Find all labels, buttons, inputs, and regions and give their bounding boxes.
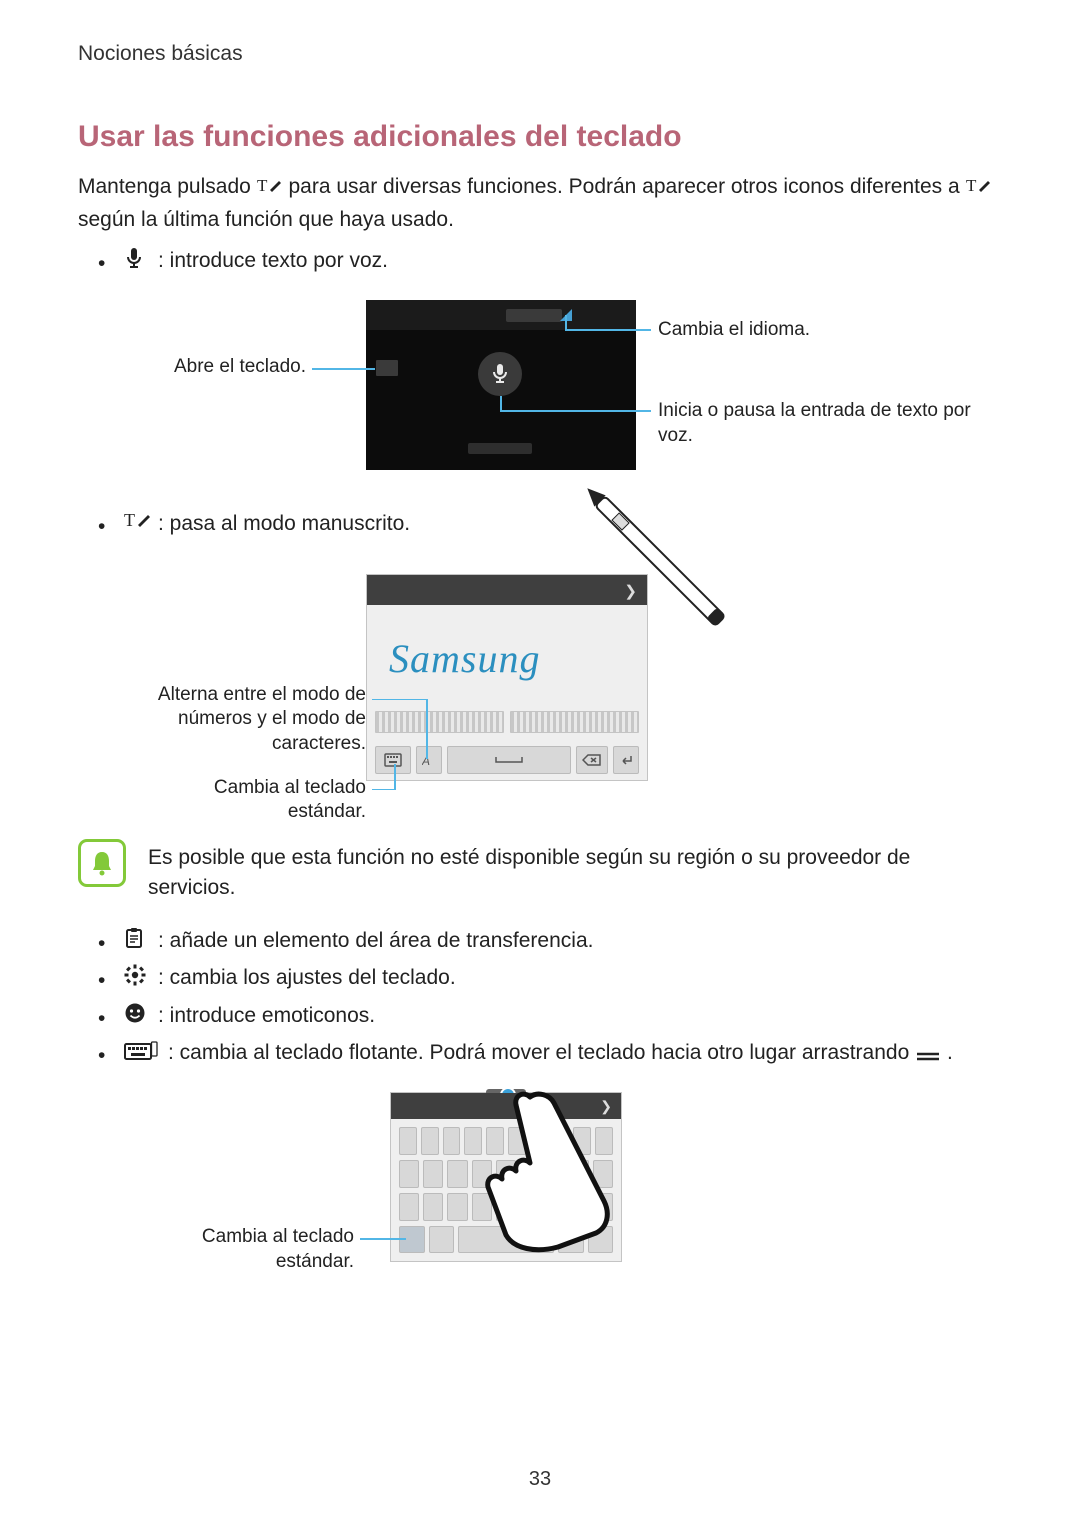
floating-figure: ❯ — [78, 1087, 1002, 1267]
bullet-emoji: • : introduce emoticonos. — [98, 1001, 1002, 1034]
note-row: Es posible que esta función no esté disp… — [78, 843, 1002, 904]
voice-topbar — [366, 300, 636, 330]
handwriting-figure: ❯ Samsung — [78, 559, 1002, 819]
hand-word: Samsung — [389, 635, 540, 682]
bullet-voice-text: : introduce texto por voz. — [158, 246, 1002, 276]
intro-b: para usar diversas funciones. Podrán apa… — [288, 175, 965, 198]
intro-c: según la última función que haya usado. — [78, 208, 454, 231]
bullet-dot: • — [98, 963, 124, 996]
note-bell-icon — [78, 839, 126, 887]
note-text: Es posible que esta función no esté disp… — [148, 843, 1002, 904]
bullet-floating-a: : cambia al teclado flotante. Podrá move… — [168, 1041, 915, 1064]
bullet-settings-text: : cambia los ajustes del teclado. — [158, 963, 1002, 993]
voice-screen — [366, 300, 636, 470]
voice-figure: Abre el teclado. Cambia el idioma. Inici… — [78, 295, 1002, 485]
header-breadcrumb: Nociones básicas — [78, 42, 1002, 66]
bullet-voice: • : introduce texto por voz. — [98, 246, 1002, 279]
bullet-handwriting: • T : pasa al modo manuscrito. — [98, 509, 1002, 542]
bullet-settings: • : cambia los ajustes del teclado. — [98, 963, 1002, 996]
voice-lang-label: Cambia el idioma. — [658, 318, 810, 343]
hand-illustration — [480, 1085, 650, 1255]
voice-mic-label: Inicia o pausa la entrada de texto por v… — [658, 399, 978, 448]
clipboard-icon — [124, 926, 158, 949]
bullet-dot: • — [98, 1001, 124, 1034]
bullet-dot: • — [98, 1038, 124, 1071]
t-pen-icon-bullet: T — [124, 509, 158, 532]
hand-kbd-label: Cambia al teclado estándar. — [140, 776, 366, 825]
hand-toolbar: A — [375, 746, 639, 774]
voice-keyboard-tab — [376, 360, 398, 376]
voice-hint — [468, 443, 532, 454]
voice-left-label: Abre el teclado. — [166, 355, 306, 380]
bullet-floating-text: : cambia al teclado flotante. Podrá move… — [168, 1038, 1002, 1071]
chevron-right-icon: ❯ — [624, 582, 637, 600]
emoji-icon — [124, 1001, 158, 1024]
hand-kbd-button — [375, 746, 411, 774]
hand-backspace — [576, 746, 608, 774]
gear-icon — [124, 963, 158, 986]
bullet-dot: • — [98, 246, 124, 279]
svg-text:T: T — [257, 176, 268, 195]
intro-paragraph: Mantenga pulsado T para usar diversas fu… — [78, 172, 1002, 236]
bullet-dot: • — [98, 509, 124, 542]
bullet-floating-b: . — [947, 1041, 953, 1064]
page-title: Usar las funciones adicionales del tecla… — [78, 120, 1002, 154]
t-pen-icon-2: T — [966, 175, 992, 205]
hand-screen: ❯ Samsung — [366, 574, 648, 781]
voice-mic-button — [478, 352, 522, 396]
svg-text:T: T — [124, 510, 135, 530]
bullet-handwriting-text: : pasa al modo manuscrito. — [158, 509, 1002, 539]
hand-topbar: ❯ — [367, 575, 647, 605]
floating-keyboard-icon — [124, 1038, 168, 1061]
bullet-floating: • : cambia al teclado flotante. Podrá mo… — [98, 1038, 1002, 1071]
float-kbd-label: Cambia al teclado estándar. — [128, 1225, 354, 1274]
t-pen-icon: T — [257, 175, 283, 205]
bullet-clipboard: • : añade un elemento del área de transf… — [98, 926, 1002, 959]
hand-suggestions — [375, 711, 639, 733]
bullet-emoji-text: : introduce emoticonos. — [158, 1001, 1002, 1031]
hand-space — [447, 746, 571, 774]
hand-enter — [613, 746, 639, 774]
hand-mode-button: A — [416, 746, 442, 774]
voice-lang — [506, 309, 562, 322]
bullet-clipboard-text: : añade un elemento del área de transfer… — [158, 926, 1002, 956]
drag-handle-icon — [915, 1041, 941, 1071]
hand-mode-label: Alterna entre el modo de números y el mo… — [102, 683, 366, 757]
page-number: 33 — [0, 1468, 1080, 1491]
svg-text:T: T — [966, 176, 977, 195]
mic-icon — [124, 246, 158, 269]
bullet-dot: • — [98, 926, 124, 959]
intro-a: Mantenga pulsado — [78, 175, 257, 198]
